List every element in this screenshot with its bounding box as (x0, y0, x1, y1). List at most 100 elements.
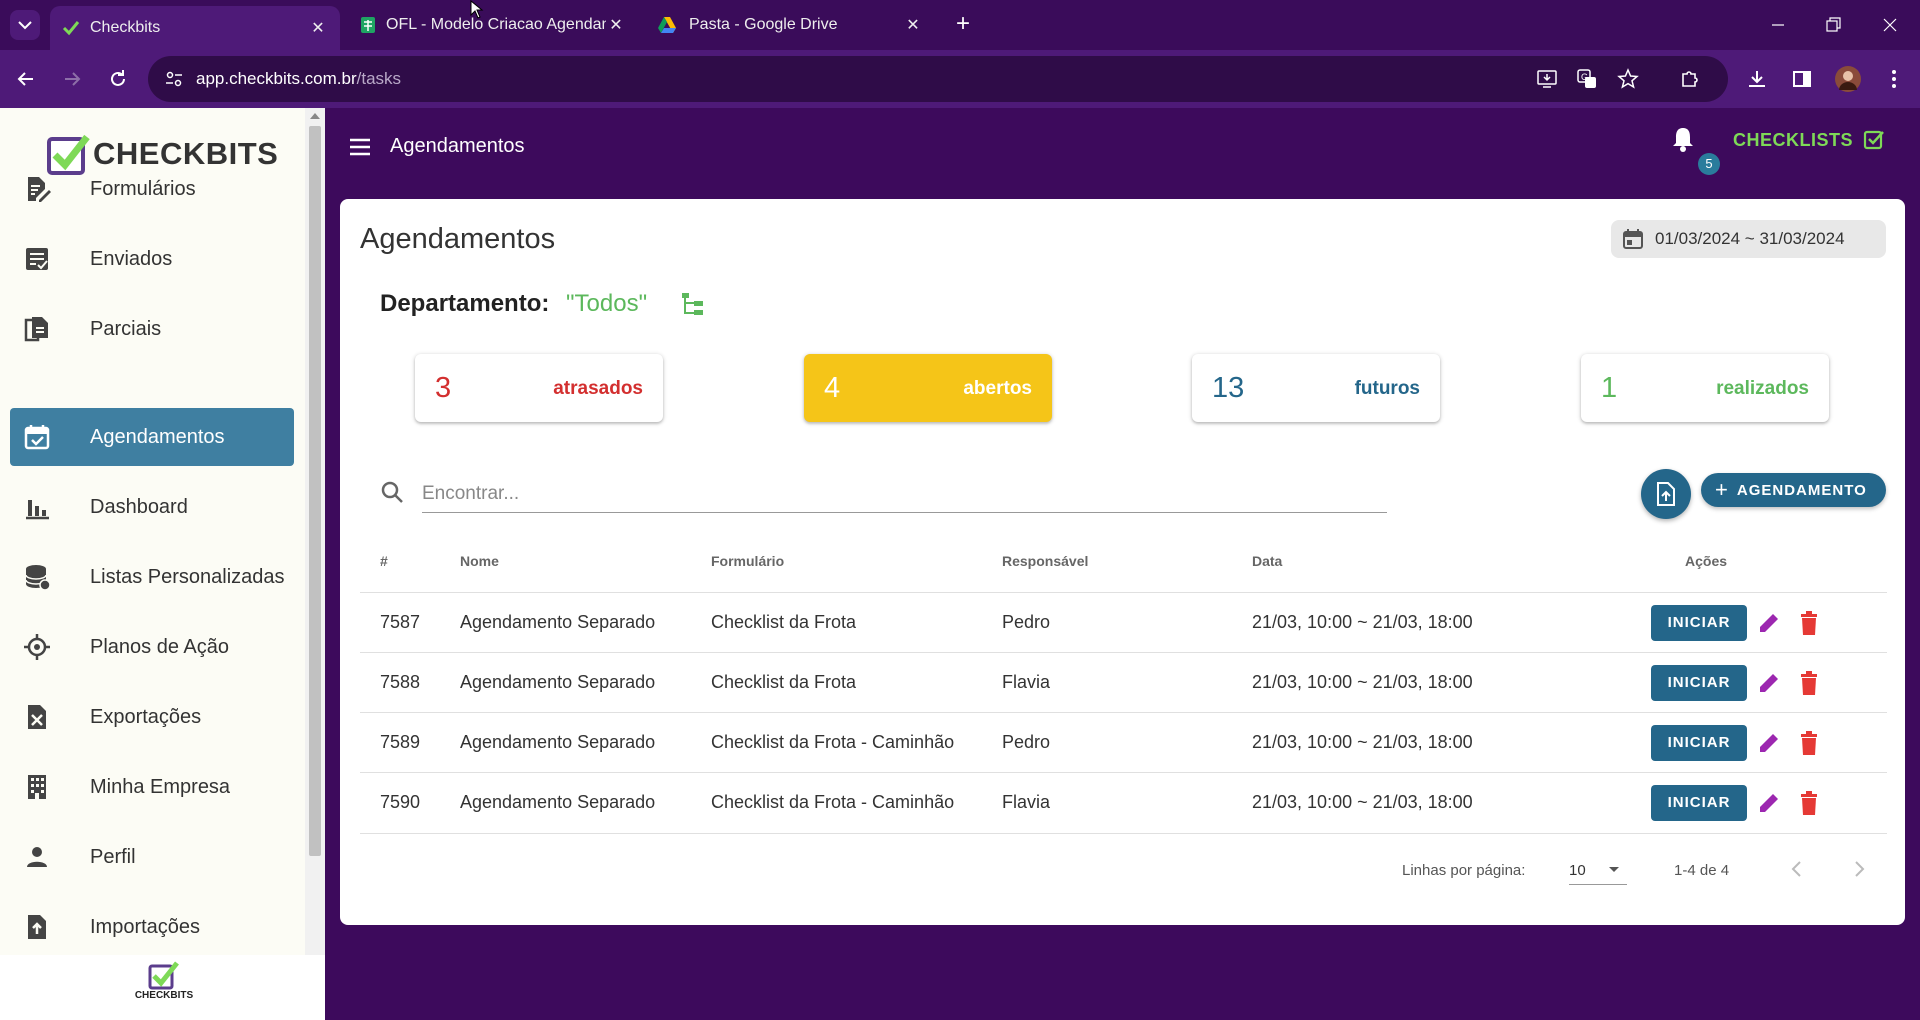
menu-toggle-button[interactable] (347, 134, 373, 160)
sidebar-item-perfil[interactable]: Perfil (10, 828, 294, 886)
close-icon[interactable]: ✕ (606, 15, 626, 35)
arrow-right-icon (65, 72, 81, 86)
trash-icon[interactable] (1796, 730, 1822, 756)
sidebar-item-importacoes[interactable]: Importações (10, 898, 294, 956)
start-button[interactable]: INICIAR (1651, 725, 1747, 761)
stat-atrasados[interactable]: 3 atrasados (415, 354, 663, 422)
cell-data: 21/03, 10:00 ~ 21/03, 18:00 (1252, 732, 1473, 752)
start-button[interactable]: INICIAR (1651, 665, 1747, 701)
sidebar-item-exportacoes[interactable]: Exportações (10, 688, 294, 746)
pencil-icon[interactable] (1756, 610, 1782, 636)
sidebar-item-agendamentos[interactable]: Agendamentos (10, 408, 294, 466)
add-schedule-button[interactable]: + AGENDAMENTO (1701, 473, 1886, 507)
form-edit-icon (28, 177, 51, 202)
tab-drive[interactable]: Pasta - Google Drive ✕ (645, 7, 935, 43)
side-panel-button[interactable] (1790, 67, 1814, 91)
tab-search-button[interactable] (10, 10, 40, 40)
close-window-button[interactable] (1878, 13, 1902, 37)
pencil-icon[interactable] (1756, 790, 1782, 816)
table-row[interactable]: 7588 Agendamento Separado Checklist da F… (360, 652, 1887, 712)
app-header-title: Agendamentos (390, 135, 525, 157)
forward-button[interactable] (60, 67, 84, 91)
start-button[interactable]: INICIAR (1651, 605, 1747, 641)
calendar-icon (1623, 229, 1643, 249)
column-header-responsavel[interactable]: Responsável (1002, 553, 1088, 569)
department-tree-button[interactable] (680, 291, 706, 317)
tab-checkbits[interactable]: Checkbits ✕ (50, 6, 340, 50)
sidebar-item-planos-de-acao[interactable]: Planos de Ação (10, 618, 294, 676)
upload-file-button[interactable] (1641, 469, 1691, 519)
trash-icon[interactable] (1796, 610, 1822, 636)
start-button[interactable]: INICIAR (1651, 785, 1747, 821)
cell-formulario: Checklist da Frota (711, 612, 857, 632)
arrow-left-icon (17, 72, 33, 86)
translate-icon[interactable]: G (1575, 67, 1599, 91)
downloads-button[interactable] (1745, 67, 1769, 91)
stat-abertos[interactable]: 4 abertos (804, 354, 1052, 422)
new-tab-button[interactable]: + (951, 10, 975, 37)
close-icon[interactable]: ✕ (308, 18, 328, 38)
column-header-nome[interactable]: Nome (460, 553, 499, 569)
chevron-left-icon (1791, 861, 1801, 877)
profile-avatar[interactable] (1835, 66, 1861, 92)
bookmark-star-icon[interactable] (1616, 67, 1640, 91)
search-input[interactable] (422, 478, 1387, 510)
column-header-data[interactable]: Data (1252, 553, 1282, 569)
scroll-up-arrow-icon[interactable] (310, 113, 320, 119)
reload-button[interactable] (106, 67, 130, 91)
stat-futuros[interactable]: 13 futuros (1192, 354, 1440, 422)
cell-id: 7587 (380, 612, 421, 632)
url-text: app.checkbits.com.br/tasks (196, 69, 401, 89)
notifications-button[interactable]: 5 (1668, 124, 1720, 175)
extensions-button[interactable] (1678, 67, 1702, 91)
cell-responsavel: Pedro (1002, 732, 1051, 752)
sidebar-item-formularios[interactable]: Formulários (10, 160, 294, 218)
next-page-button[interactable] (1849, 859, 1869, 879)
page-title: Agendamentos (360, 223, 556, 255)
pencil-icon[interactable] (1756, 730, 1782, 756)
sidebar-item-enviados[interactable]: Enviados (10, 230, 294, 288)
site-info-icon[interactable] (162, 67, 186, 91)
puzzle-icon (1682, 71, 1698, 87)
plus-icon: + (955, 10, 970, 37)
sidebar-item-dashboard[interactable]: Dashboard (10, 478, 294, 536)
hamburger-menu-icon (350, 138, 370, 156)
column-header-formulario[interactable]: Formulário (711, 553, 784, 569)
side-panel-icon (1793, 71, 1811, 87)
install-app-icon[interactable] (1535, 67, 1559, 91)
stat-label: futuros (1354, 378, 1420, 399)
bell-icon (1673, 128, 1693, 152)
previous-page-button[interactable] (1787, 859, 1807, 879)
table-row[interactable]: 7590 Agendamento Separado Checklist da F… (360, 772, 1887, 832)
excel-file-icon (28, 705, 46, 729)
trash-icon[interactable] (1796, 670, 1822, 696)
trash-icon[interactable] (1796, 790, 1822, 816)
calendar-check-icon (24, 425, 50, 450)
url-path: /tasks (356, 69, 402, 88)
sidebar-item-label: Minha Empresa (90, 775, 231, 798)
sidebar-scroll-thumb[interactable] (309, 126, 321, 856)
cell-responsavel: Flavia (1002, 792, 1051, 812)
rows-per-page-select[interactable]: 10 (1569, 855, 1627, 885)
sidebar-item-listas-personalizadas[interactable]: Listas Personalizadas (10, 548, 294, 606)
restore-button[interactable] (1821, 13, 1845, 37)
pencil-icon[interactable] (1756, 670, 1782, 696)
table-row[interactable]: 7589 Agendamento Separado Checklist da F… (360, 712, 1887, 772)
table-row[interactable]: 7587 Agendamento Separado Checklist da F… (360, 592, 1887, 652)
stat-realizados[interactable]: 1 realizados (1581, 354, 1829, 422)
browser-menu-button[interactable] (1882, 67, 1906, 91)
close-icon[interactable]: ✕ (903, 15, 923, 35)
back-button[interactable] (14, 67, 38, 91)
tab-sheets[interactable]: OFL - Modelo Criacao Agendam ✕ (348, 7, 638, 43)
department-value[interactable]: "Todos" (566, 290, 647, 318)
address-bar[interactable]: app.checkbits.com.br/tasks G (148, 56, 1728, 102)
cell-formulario: Checklist da Frota - Caminhão (711, 732, 955, 752)
sidebar-item-parciais[interactable]: Parciais (10, 300, 294, 358)
sidebar-item-label: Importações (90, 915, 201, 938)
minimize-button[interactable] (1766, 13, 1790, 37)
date-range-picker[interactable]: 01/03/2024 ~ 31/03/2024 (1611, 220, 1886, 258)
checklists-link[interactable]: CHECKLISTS (1733, 129, 1885, 151)
sidebar-item-minha-empresa[interactable]: Minha Empresa (10, 758, 294, 816)
cell-nome: Agendamento Separado (460, 792, 656, 812)
column-header-id[interactable]: # (380, 553, 388, 569)
